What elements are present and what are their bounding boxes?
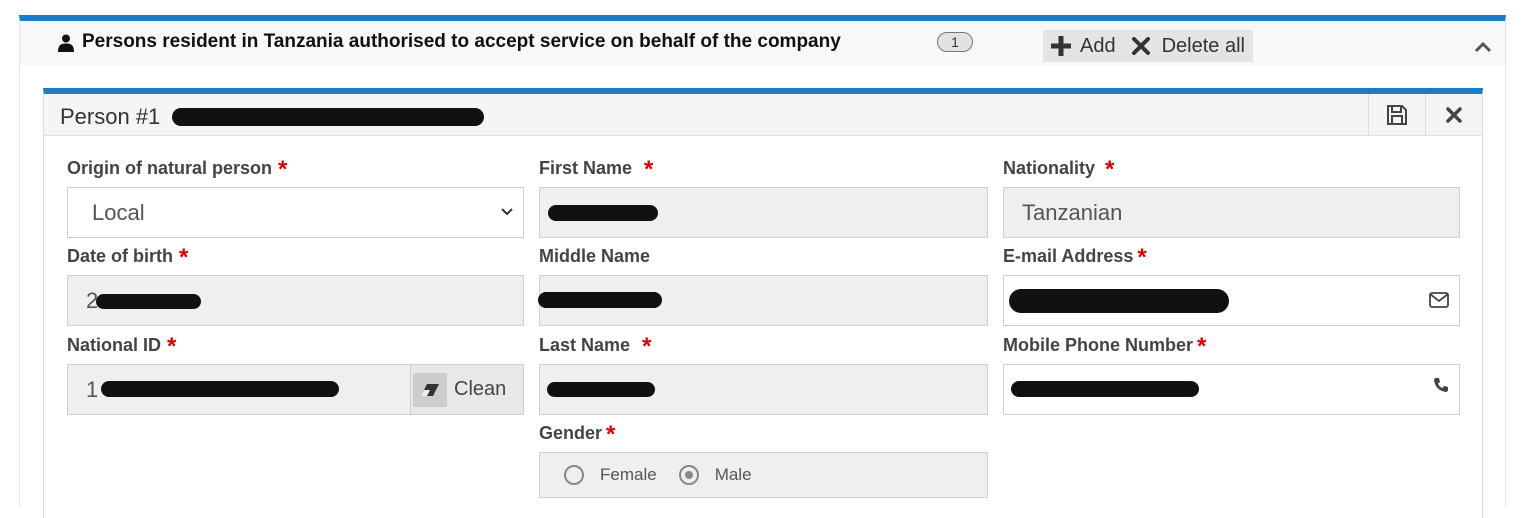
required-marker: * bbox=[1137, 244, 1147, 271]
dob-label: Date of birth * bbox=[67, 244, 189, 271]
dob-field[interactable]: 2 bbox=[67, 275, 524, 326]
redacted-dob bbox=[96, 294, 201, 309]
clean-label: Clean bbox=[454, 378, 507, 400]
required-marker: * bbox=[179, 244, 189, 271]
floppy-disk-icon bbox=[1387, 105, 1407, 125]
origin-value: Local bbox=[92, 199, 145, 225]
required-marker: * bbox=[644, 156, 654, 183]
person-title: Person #1 bbox=[60, 104, 161, 129]
middle-name-field[interactable] bbox=[538, 275, 988, 326]
gender-female-label[interactable]: Female bbox=[600, 465, 657, 485]
plus-icon bbox=[1051, 36, 1071, 56]
first-name-label: First Name * bbox=[539, 156, 654, 183]
add-button[interactable]: Add bbox=[1051, 35, 1116, 58]
gender-label: Gender * bbox=[539, 421, 616, 448]
count-badge: 1 bbox=[937, 32, 973, 52]
nationality-value: Tanzanian bbox=[1022, 199, 1123, 225]
person-panel: Person #1 Origin of natural person * Loc… bbox=[43, 88, 1483, 518]
section-title: Persons resident in Tanzania authorised … bbox=[82, 31, 841, 52]
middle-name-label: Middle Name bbox=[539, 246, 651, 266]
gender-female-radio[interactable] bbox=[564, 465, 584, 485]
delete-all-label: Delete all bbox=[1161, 34, 1245, 57]
chevron-down-icon bbox=[501, 208, 513, 216]
nationality-field[interactable]: Tanzanian bbox=[1003, 187, 1460, 238]
add-label: Add bbox=[1080, 34, 1116, 57]
gender-radio-group: Female Male bbox=[539, 452, 988, 498]
redacted-middle-name bbox=[538, 292, 662, 308]
last-name-field[interactable] bbox=[539, 364, 988, 415]
section-header[interactable]: Persons resident in Tanzania authorised … bbox=[20, 21, 1505, 66]
required-marker: * bbox=[1197, 333, 1207, 360]
person-panel-header: Person #1 bbox=[44, 94, 1482, 136]
phone-icon bbox=[1434, 378, 1448, 392]
redacted-first-name bbox=[548, 205, 658, 221]
clean-button[interactable]: Clean bbox=[410, 365, 523, 414]
mobile-field[interactable] bbox=[1003, 364, 1460, 415]
last-name-label: Last Name * bbox=[539, 333, 652, 360]
redacted-email bbox=[1009, 289, 1229, 313]
origin-label: Origin of natural person * bbox=[67, 156, 288, 183]
chevron-up-icon[interactable] bbox=[1474, 41, 1492, 53]
required-marker: * bbox=[606, 421, 616, 448]
email-field[interactable] bbox=[1003, 275, 1460, 326]
mobile-label: Mobile Phone Number * bbox=[1003, 333, 1207, 360]
panel-actions bbox=[1368, 94, 1482, 136]
envelope-icon bbox=[1429, 292, 1449, 308]
gender-male-radio[interactable] bbox=[678, 465, 699, 485]
times-icon bbox=[1131, 37, 1150, 55]
required-marker: * bbox=[1105, 156, 1115, 183]
eraser-icon bbox=[413, 372, 447, 407]
required-marker: * bbox=[642, 333, 652, 360]
redacted-last-name bbox=[547, 382, 655, 397]
authorised-persons-section: Persons resident in Tanzania authorised … bbox=[19, 15, 1506, 518]
national-id-value: 1 bbox=[86, 376, 99, 402]
origin-select[interactable]: Local bbox=[67, 187, 524, 238]
delete-all-button[interactable]: Delete all bbox=[1131, 34, 1245, 58]
redacted-name bbox=[172, 108, 484, 126]
user-icon bbox=[58, 34, 74, 52]
close-icon bbox=[1446, 107, 1462, 123]
required-marker: * bbox=[278, 156, 288, 183]
section-toolbar: Add Delete all bbox=[1043, 30, 1253, 62]
national-id-label: National ID * bbox=[67, 333, 177, 360]
national-id-field[interactable]: 1 Clean bbox=[67, 364, 524, 415]
required-marker: * bbox=[167, 333, 177, 360]
gender-male-label[interactable]: Male bbox=[715, 465, 752, 485]
redacted-mobile bbox=[1011, 381, 1199, 397]
close-button[interactable] bbox=[1425, 94, 1482, 136]
first-name-field[interactable] bbox=[539, 187, 988, 238]
email-label: E-mail Address * bbox=[1003, 244, 1147, 271]
redacted-national-id bbox=[101, 381, 339, 397]
nationality-label: Nationality * bbox=[1003, 156, 1115, 183]
save-button[interactable] bbox=[1368, 94, 1425, 136]
